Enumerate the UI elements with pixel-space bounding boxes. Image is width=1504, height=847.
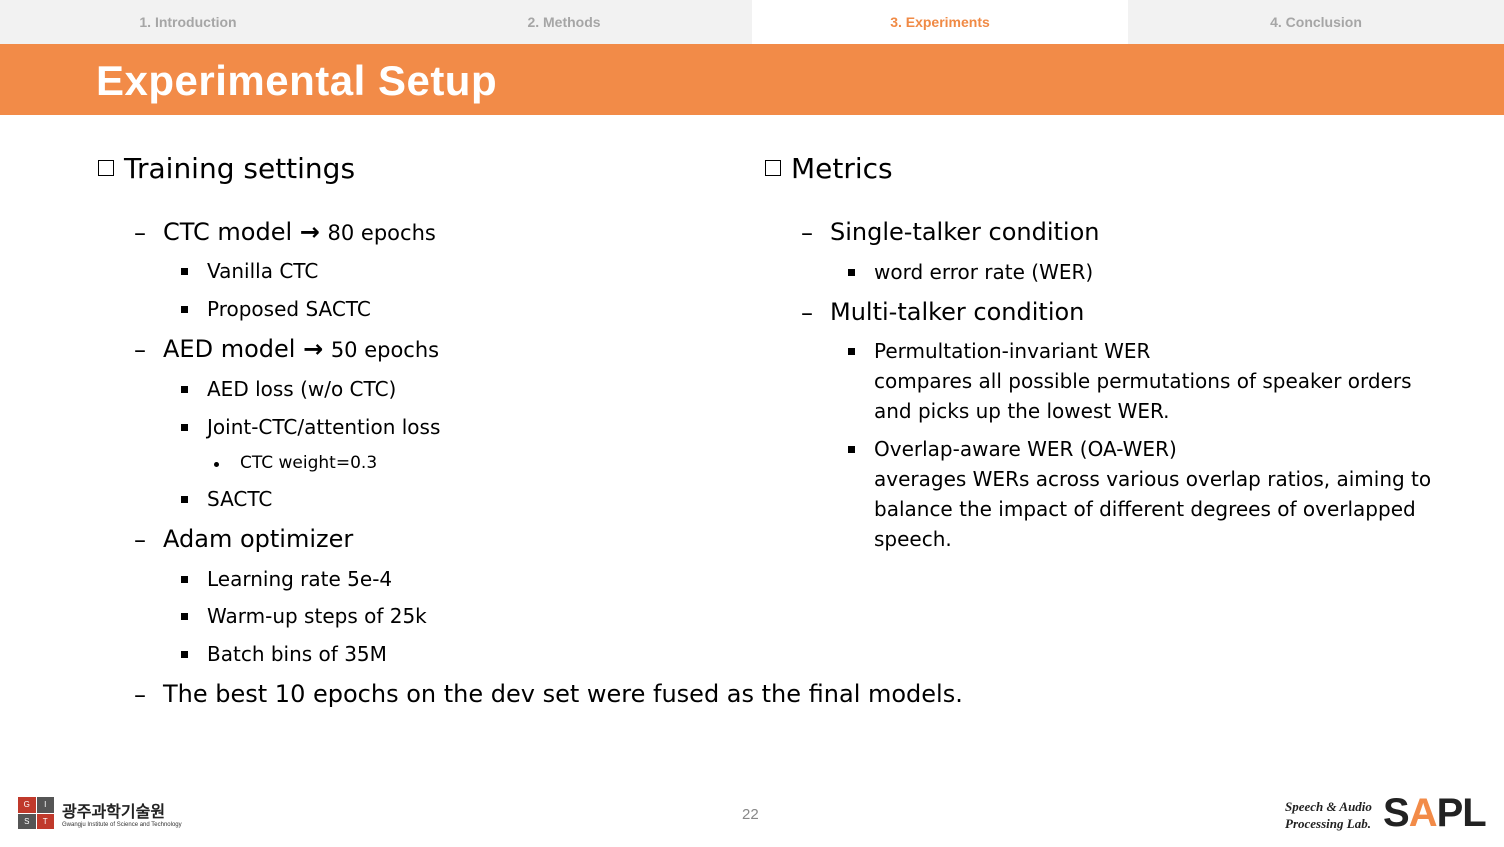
list-item: Batch bins of 35M — [207, 642, 387, 666]
dash-bullet-icon: – — [134, 681, 146, 709]
adam-line: Adam optimizer — [163, 525, 354, 553]
square-bullet-icon — [181, 268, 188, 275]
list-item: SACTC — [207, 487, 273, 511]
checkbox-icon — [98, 160, 114, 176]
aed-model-line: AED model → 50 epochs — [163, 335, 440, 363]
gist-korean-name: 광주과학기술원 — [62, 802, 166, 821]
gist-english-name: Gwangju Institute of Science and Technol… — [62, 822, 182, 828]
pi-wer-item: Permultation-invariant WER compares all … — [874, 336, 1412, 426]
pi-wer-desc-2: and picks up the lowest WER. — [874, 399, 1170, 423]
checkbox-icon — [765, 160, 781, 176]
ctc-model-line: CTC model → 80 epochs — [163, 218, 436, 246]
square-bullet-icon — [181, 306, 188, 313]
dash-bullet-icon: – — [134, 219, 146, 247]
oa-wer-title: Overlap-aware WER (OA-WER) — [874, 437, 1177, 461]
gist-logo: G I S T 광주과학기술원 Gwangju Institute of Sci… — [18, 797, 182, 829]
oa-wer-desc-3: speech. — [874, 527, 952, 551]
list-item: Proposed SACTC — [207, 297, 371, 321]
square-bullet-icon — [181, 613, 188, 620]
gist-emblem-icon: G I S T — [18, 797, 54, 829]
right-arrow-icon: → — [303, 335, 324, 363]
slide-title: Experimental Setup — [96, 57, 498, 104]
list-item: word error rate (WER) — [874, 260, 1094, 284]
multi-talker-line: Multi-talker condition — [830, 298, 1085, 326]
square-bullet-icon — [181, 424, 188, 431]
title-bar: Experimental Setup — [0, 44, 1504, 115]
dot-bullet-icon — [214, 462, 219, 467]
sapl-logo: SAPL — [1383, 791, 1487, 835]
single-talker-line: Single-talker condition — [830, 218, 1100, 246]
list-item: AED loss (w/o CTC) — [207, 377, 397, 401]
square-bullet-icon — [181, 576, 188, 583]
section-nav: 1. Introduction 2. Methods 3. Experiment… — [0, 0, 1504, 44]
list-item: Warm-up steps of 25k — [207, 604, 427, 628]
right-arrow-icon: → — [299, 218, 320, 246]
tab-conclusion[interactable]: 4. Conclusion — [1128, 0, 1504, 44]
square-bullet-icon — [848, 269, 855, 276]
oa-wer-desc-1: averages WERs across various overlap rat… — [874, 467, 1432, 491]
dash-bullet-icon: – — [134, 336, 146, 364]
tab-introduction[interactable]: 1. Introduction — [0, 0, 376, 44]
sub-list-item: CTC weight=0.3 — [240, 453, 378, 473]
oa-wer-item: Overlap-aware WER (OA-WER) averages WERs… — [874, 434, 1431, 554]
list-item: Vanilla CTC — [207, 259, 319, 283]
dash-bullet-icon: – — [134, 526, 146, 554]
tab-experiments[interactable]: 3. Experiments — [752, 0, 1128, 44]
square-bullet-icon — [181, 496, 188, 503]
dash-bullet-icon: – — [801, 219, 813, 247]
metrics-heading: Metrics — [765, 152, 893, 185]
oa-wer-desc-2: balance the impact of different degrees … — [874, 497, 1416, 521]
pi-wer-desc-1: compares all possible permutations of sp… — [874, 369, 1412, 393]
final-models-line: The best 10 epochs on the dev set were f… — [163, 680, 963, 708]
square-bullet-icon — [181, 386, 188, 393]
pi-wer-title: Permultation-invariant WER — [874, 339, 1151, 363]
lab-name: Speech & Audio Processing Lab. — [1285, 799, 1372, 831]
list-item: Joint-CTC/attention loss — [207, 415, 441, 439]
list-item: Learning rate 5e-4 — [207, 567, 393, 591]
page-number: 22 — [742, 806, 759, 823]
training-settings-heading: Training settings — [98, 152, 355, 185]
square-bullet-icon — [848, 446, 855, 453]
tab-methods[interactable]: 2. Methods — [376, 0, 752, 44]
dash-bullet-icon: – — [801, 299, 813, 327]
square-bullet-icon — [181, 651, 188, 658]
gist-name: 광주과학기술원 Gwangju Institute of Science and… — [62, 798, 182, 828]
square-bullet-icon — [848, 348, 855, 355]
